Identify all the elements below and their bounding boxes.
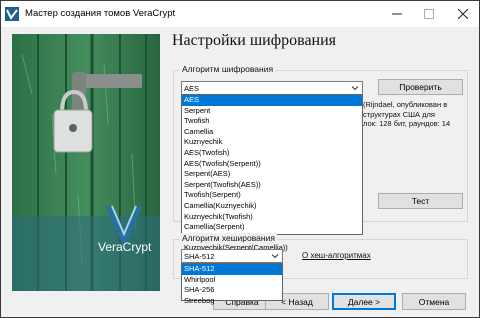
maximize-button[interactable] [415, 1, 443, 27]
encryption-option[interactable]: Twofish [182, 116, 362, 127]
chevron-down-icon [351, 86, 359, 91]
cancel-button[interactable]: Отмена [402, 293, 466, 310]
encryption-option[interactable]: Serpent(AES) [182, 169, 362, 180]
encryption-option[interactable]: Kuznyechik(Twofish) [182, 212, 362, 223]
close-button[interactable] [449, 1, 477, 27]
wizard-banner: VeraCrypt [12, 34, 160, 291]
encryption-option[interactable]: Camellia(Serpent) [182, 222, 362, 233]
close-icon [458, 9, 468, 19]
encryption-option[interactable]: AES [182, 95, 362, 106]
encryption-option[interactable]: Serpent(Twofish(AES)) [182, 180, 362, 191]
minimize-button[interactable] [383, 1, 411, 27]
about-hash-algorithms-link[interactable]: О хеш-алгоритмах [302, 251, 371, 260]
hash-option[interactable]: Whirlpool [182, 275, 282, 286]
encryption-description-line: лок: 128 бит, раундов: 14 [363, 119, 451, 128]
window-title: Мастер создания томов VeraCrypt [25, 8, 176, 19]
encryption-algorithm-select[interactable]: AES [181, 81, 363, 95]
hash-algorithm-value: SHA-512 [184, 252, 215, 261]
encryption-description-line: структурах США для [363, 109, 435, 119]
hash-group-label: Алгоритм хеширования [180, 233, 277, 243]
encryption-option[interactable]: Camellia [182, 127, 362, 138]
wizard-window: Мастер создания томов VeraCrypt VeraCryp… [0, 0, 480, 318]
veracrypt-app-icon [5, 7, 19, 21]
chevron-down-icon [271, 254, 279, 259]
test-button-label: Тест [411, 196, 430, 206]
hash-algorithm-select[interactable]: SHA-512 [181, 249, 283, 263]
minimize-icon [392, 13, 402, 15]
page-title: Настройки шифрования [172, 32, 337, 49]
encryption-option[interactable]: Camellia(Kuznyechik) [182, 201, 362, 212]
cancel-button-label: Отмена [418, 296, 450, 307]
encryption-option[interactable]: Kuznyechik [182, 137, 362, 148]
test-algorithm-button-label: Проверить [399, 82, 442, 92]
veracrypt-logo-text: VeraCrypt [98, 240, 152, 254]
encryption-option[interactable]: AES(Twofish) [182, 148, 362, 159]
hash-option[interactable]: SHA-256 [182, 285, 282, 296]
title-bar[interactable]: Мастер создания томов VeraCrypt [1, 1, 479, 27]
hash-algorithm-dropdown[interactable]: SHA-512 Whirlpool SHA-256 Streebog [181, 263, 283, 305]
maximize-icon [424, 9, 434, 19]
hash-option[interactable]: Streebog [182, 296, 282, 307]
hash-option[interactable]: SHA-512 [182, 264, 282, 275]
encryption-algorithm-value: AES [184, 84, 200, 93]
test-algorithm-button[interactable]: Проверить [378, 79, 463, 95]
encryption-option[interactable]: AES(Twofish(Serpent)) [182, 159, 362, 170]
test-button[interactable]: Тест [378, 193, 463, 209]
encryption-algorithm-dropdown[interactable]: AES Serpent Twofish Camellia Kuznyechik … [181, 94, 363, 252]
encryption-option[interactable]: Serpent [182, 106, 362, 117]
next-button-label: Далее > [347, 296, 381, 307]
encryption-group-label: Алгоритм шифрования [180, 64, 276, 74]
encryption-option[interactable]: Twofish(Serpent) [182, 190, 362, 201]
back-button-label: < Назад [281, 296, 313, 307]
next-button[interactable]: Далее > [332, 293, 396, 310]
encryption-description-line: (Rijndael, опубликован в [363, 100, 448, 109]
encryption-description: (Rijndael, опубликован в структурах США … [363, 100, 467, 129]
